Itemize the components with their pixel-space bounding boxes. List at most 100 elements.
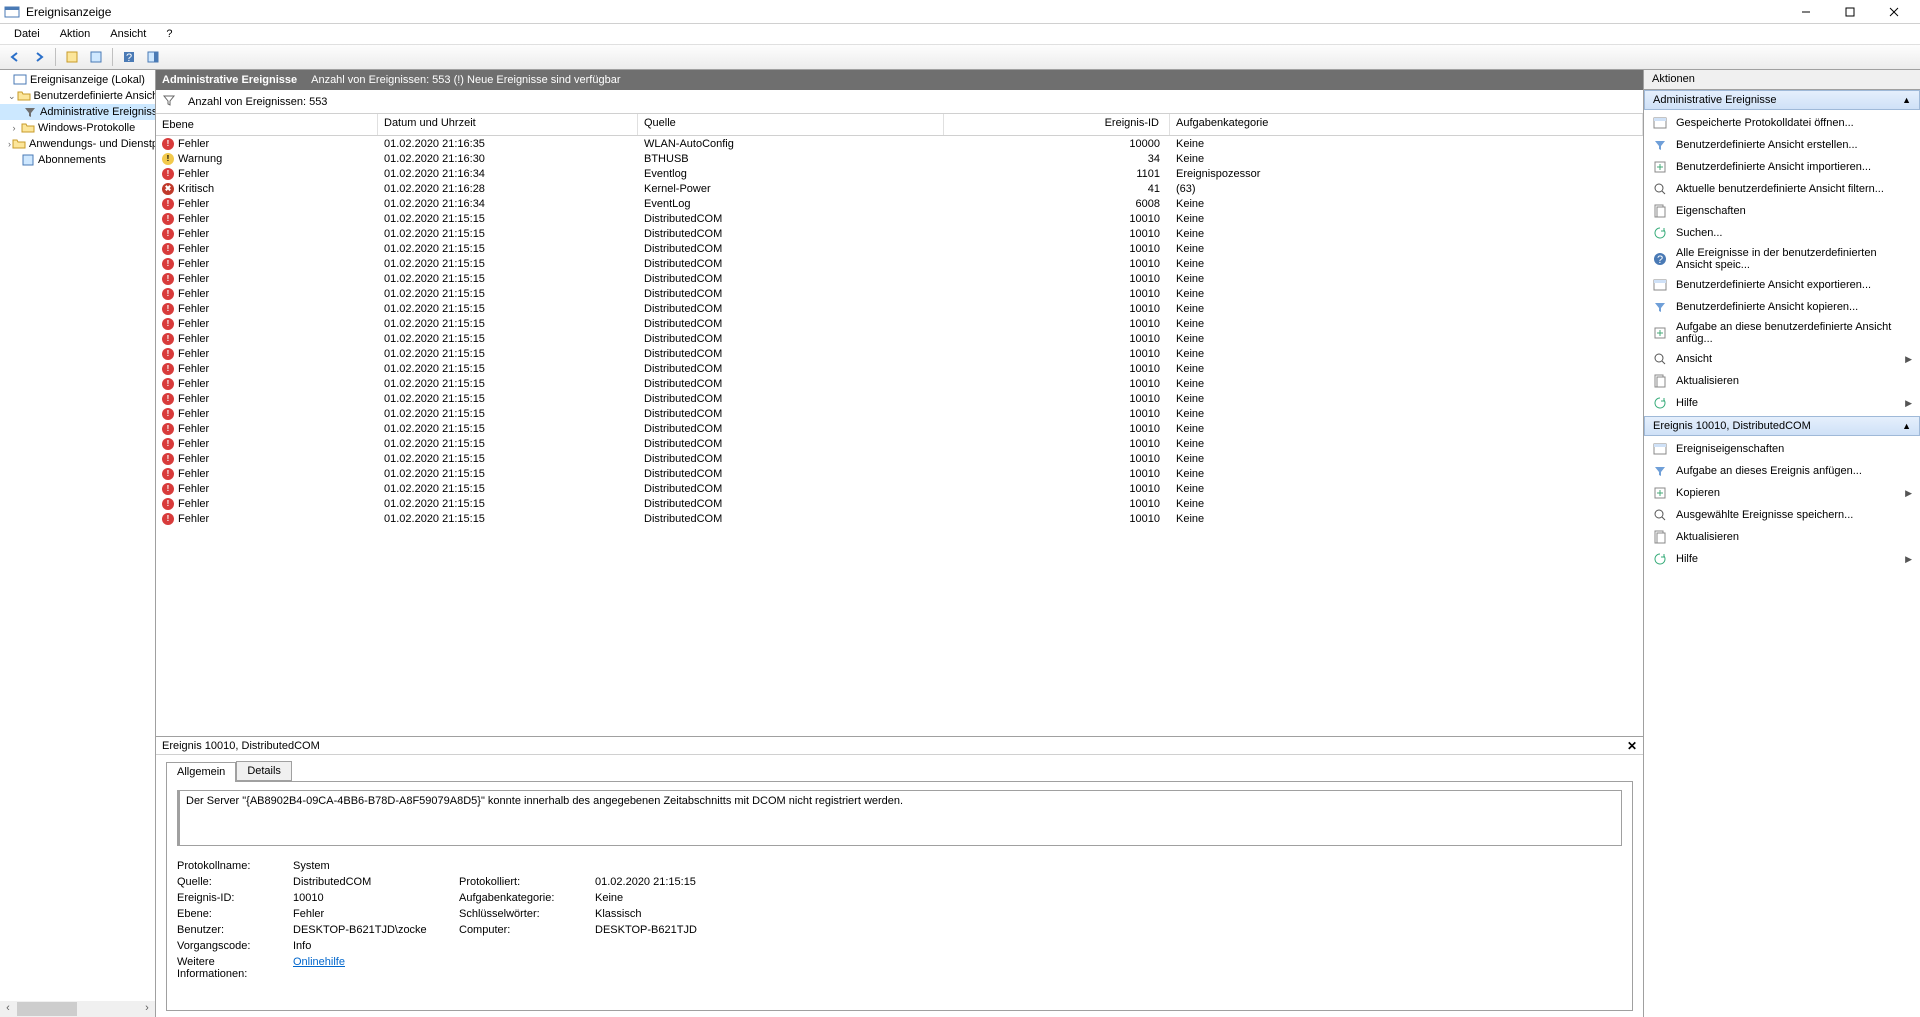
action-item[interactable]: ?Alle Ereignisse in der benutzerdefinier… (1644, 244, 1920, 274)
cell-source: DistributedCOM (638, 483, 944, 495)
action-item[interactable]: Benutzerdefinierte Ansicht kopieren... (1644, 296, 1920, 318)
table-row[interactable]: !Fehler01.02.2020 21:15:15DistributedCOM… (156, 361, 1643, 376)
maximize-button[interactable] (1828, 1, 1872, 23)
detail-body: Der Server "{AB8902B4-09CA-4BB6-B78D-A8F… (166, 781, 1633, 1011)
action-item[interactable]: Benutzerdefinierte Ansicht erstellen... (1644, 134, 1920, 156)
action-item[interactable]: Gespeicherte Protokolldatei öffnen... (1644, 112, 1920, 134)
action-item[interactable]: Eigenschaften (1644, 200, 1920, 222)
tree-custom-views[interactable]: ⌄ Benutzerdefinierte Ansichten (0, 88, 155, 104)
action-pane-button[interactable] (142, 46, 164, 68)
table-row[interactable]: !Fehler01.02.2020 21:15:15DistributedCOM… (156, 241, 1643, 256)
cell-date: 01.02.2020 21:15:15 (378, 303, 638, 315)
action-item[interactable]: Ausgewählte Ereignisse speichern... (1644, 504, 1920, 526)
tree-windows-logs[interactable]: › Windows-Protokolle (0, 120, 155, 136)
tree-app-service-logs[interactable]: › Anwendungs- und Dienstpro (0, 136, 155, 152)
table-row[interactable]: !Fehler01.02.2020 21:16:35WLAN-AutoConfi… (156, 136, 1643, 151)
column-level[interactable]: Ebene (156, 114, 378, 135)
table-row[interactable]: !Fehler01.02.2020 21:15:15DistributedCOM… (156, 496, 1643, 511)
table-row[interactable]: !Fehler01.02.2020 21:15:15DistributedCOM… (156, 406, 1643, 421)
forward-button[interactable] (28, 46, 50, 68)
table-row[interactable]: !Fehler01.02.2020 21:15:15DistributedCOM… (156, 511, 1643, 526)
table-row[interactable]: !Fehler01.02.2020 21:15:15DistributedCOM… (156, 346, 1643, 361)
table-row[interactable]: !Fehler01.02.2020 21:15:15DistributedCOM… (156, 226, 1643, 241)
table-row[interactable]: ✖Kritisch01.02.2020 21:16:28Kernel-Power… (156, 181, 1643, 196)
action-item[interactable]: Aktualisieren (1644, 370, 1920, 392)
minimize-button[interactable] (1784, 1, 1828, 23)
label-eventid: Ereignis-ID: (177, 892, 287, 904)
action-item[interactable]: Ansicht▶ (1644, 348, 1920, 370)
table-row[interactable]: !Fehler01.02.2020 21:15:15DistributedCOM… (156, 481, 1643, 496)
table-row[interactable]: !Fehler01.02.2020 21:15:15DistributedCOM… (156, 301, 1643, 316)
level-text: Fehler (178, 213, 209, 225)
action-item[interactable]: Benutzerdefinierte Ansicht importieren..… (1644, 156, 1920, 178)
back-button[interactable] (4, 46, 26, 68)
properties-button[interactable] (85, 46, 107, 68)
column-event-id[interactable]: Ereignis-ID (944, 114, 1170, 135)
table-row[interactable]: !Fehler01.02.2020 21:15:15DistributedCOM… (156, 391, 1643, 406)
scroll-right-icon[interactable]: › (139, 1001, 155, 1015)
action-item[interactable]: Aktuelle benutzerdefinierte Ansicht filt… (1644, 178, 1920, 200)
cell-level: !Fehler (156, 138, 378, 150)
table-row[interactable]: !Fehler01.02.2020 21:15:15DistributedCOM… (156, 466, 1643, 481)
action-icon (1652, 507, 1668, 523)
help-button[interactable]: ? (118, 46, 140, 68)
table-row[interactable]: !Fehler01.02.2020 21:15:15DistributedCOM… (156, 376, 1643, 391)
table-row[interactable]: !Fehler01.02.2020 21:15:15DistributedCOM… (156, 286, 1643, 301)
table-row[interactable]: !Fehler01.02.2020 21:16:34Eventlog1101Er… (156, 166, 1643, 181)
action-label: Kopieren (1676, 487, 1720, 499)
show-hide-tree-button[interactable] (61, 46, 83, 68)
action-item[interactable]: Hilfe▶ (1644, 392, 1920, 414)
action-icon (1652, 137, 1668, 153)
tree-subscriptions[interactable]: Abonnements (0, 152, 155, 168)
actions-section-event[interactable]: Ereignis 10010, DistributedCOM ▲ (1644, 416, 1920, 436)
tree-root[interactable]: Ereignisanzeige (Lokal) (0, 72, 155, 88)
table-row[interactable]: !Fehler01.02.2020 21:15:15DistributedCOM… (156, 421, 1643, 436)
menu-help[interactable]: ? (158, 26, 180, 42)
table-row[interactable]: !Fehler01.02.2020 21:15:15DistributedCOM… (156, 331, 1643, 346)
cell-category: Keine (1170, 288, 1643, 300)
action-item[interactable]: Hilfe▶ (1644, 548, 1920, 570)
label-moreinfo: Weitere Informationen: (177, 956, 287, 980)
action-item[interactable]: Suchen... (1644, 222, 1920, 244)
action-item[interactable]: Aufgabe an diese benutzerdefinierte Ansi… (1644, 318, 1920, 348)
cell-level: !Fehler (156, 498, 378, 510)
table-row[interactable]: !Fehler01.02.2020 21:15:15DistributedCOM… (156, 451, 1643, 466)
action-item[interactable]: Aufgabe an dieses Ereignis anfügen... (1644, 460, 1920, 482)
action-item[interactable]: Benutzerdefinierte Ansicht exportieren..… (1644, 274, 1920, 296)
cell-level: !Fehler (156, 468, 378, 480)
cell-date: 01.02.2020 21:15:15 (378, 273, 638, 285)
menu-file[interactable]: Datei (6, 26, 48, 42)
tab-details[interactable]: Details (236, 761, 292, 781)
collapse-icon[interactable]: ⌄ (8, 91, 16, 102)
column-source[interactable]: Quelle (638, 114, 944, 135)
tree-admin-events[interactable]: Administrative Ereignisse (0, 104, 155, 120)
column-category[interactable]: Aufgabenkategorie (1170, 114, 1643, 135)
table-row[interactable]: !Fehler01.02.2020 21:15:15DistributedCOM… (156, 271, 1643, 286)
action-item[interactable]: Aktualisieren (1644, 526, 1920, 548)
table-row[interactable]: !Warnung01.02.2020 21:16:30BTHUSB34Keine (156, 151, 1643, 166)
tree-horizontal-scrollbar[interactable]: ‹ › (0, 1001, 155, 1017)
action-item[interactable]: Ereigniseigenschaften (1644, 438, 1920, 460)
action-icon (1652, 351, 1668, 367)
event-rows-container[interactable]: !Fehler01.02.2020 21:16:35WLAN-AutoConfi… (156, 136, 1643, 736)
table-row[interactable]: !Fehler01.02.2020 21:15:15DistributedCOM… (156, 316, 1643, 331)
cell-id: 10010 (944, 483, 1170, 495)
actions-section-view[interactable]: Administrative Ereignisse ▲ (1644, 90, 1920, 110)
action-item[interactable]: Kopieren▶ (1644, 482, 1920, 504)
expand-icon[interactable]: › (8, 123, 20, 133)
close-button[interactable] (1872, 1, 1916, 23)
table-row[interactable]: !Fehler01.02.2020 21:16:34EventLog6008Ke… (156, 196, 1643, 211)
menu-action[interactable]: Aktion (52, 26, 99, 42)
scroll-left-icon[interactable]: ‹ (0, 1001, 16, 1015)
column-datetime[interactable]: Datum und Uhrzeit (378, 114, 638, 135)
error-icon: ! (162, 363, 174, 375)
cell-level: !Fehler (156, 483, 378, 495)
tab-general[interactable]: Allgemein (166, 762, 236, 782)
detail-close-button[interactable]: ✕ (1627, 739, 1637, 753)
menu-view[interactable]: Ansicht (102, 26, 154, 42)
table-row[interactable]: !Fehler01.02.2020 21:15:15DistributedCOM… (156, 436, 1643, 451)
scroll-thumb[interactable] (17, 1002, 77, 1016)
table-row[interactable]: !Fehler01.02.2020 21:15:15DistributedCOM… (156, 211, 1643, 226)
table-row[interactable]: !Fehler01.02.2020 21:15:15DistributedCOM… (156, 256, 1643, 271)
online-help-link[interactable]: Onlinehilfe (293, 956, 345, 968)
